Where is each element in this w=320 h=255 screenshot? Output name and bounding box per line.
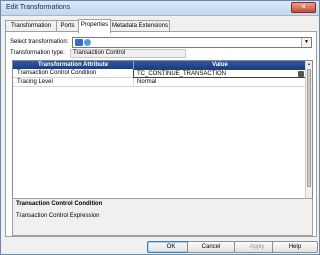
properties-panel: Select transformation: ▼ Transformation … — [5, 31, 317, 237]
help-button[interactable]: Help — [272, 241, 318, 253]
window-title: Edit Transformations — [6, 4, 71, 11]
table-row[interactable]: Transaction Control Condition TC_CONTINU… — [13, 69, 306, 78]
column-header-attribute[interactable]: Transformation Attribute — [13, 61, 133, 69]
value-cell[interactable]: TC_CONTINUE_TRANSACTION — [133, 69, 306, 78]
value-cell[interactable]: Normal — [133, 78, 306, 87]
column-header-value[interactable]: Value — [133, 61, 306, 69]
attribute-cell: Transaction Control Condition — [17, 70, 97, 76]
title-bar[interactable]: Edit Transformations ✕ — [1, 1, 319, 16]
expression-editor-icon[interactable] — [298, 71, 304, 77]
tab-properties[interactable]: Properties — [78, 19, 111, 33]
grid-header: Transformation Attribute Value — [13, 61, 306, 69]
transformation-type-icon — [84, 39, 91, 46]
cancel-button[interactable]: Cancel — [187, 241, 235, 253]
description-text: Transaction Control Expression — [16, 213, 100, 219]
select-transformation-dropdown[interactable]: ▼ — [72, 37, 312, 48]
vertical-scrollbar[interactable]: ▲ ▼ — [305, 61, 312, 211]
transformation-type-value: Transaction Control — [70, 49, 186, 58]
scroll-thumb[interactable] — [307, 69, 311, 187]
transformation-icon — [75, 39, 83, 46]
transformation-type-label: Transformation type: — [10, 50, 65, 56]
attribute-cell: Tracing Level — [17, 79, 53, 85]
close-button[interactable]: ✕ — [291, 2, 316, 13]
description-box: Transaction Control Condition Transactio… — [12, 198, 313, 236]
select-transformation-label: Select transformation: — [10, 39, 69, 45]
chevron-down-icon[interactable]: ▼ — [301, 38, 311, 47]
table-row[interactable]: Tracing Level Normal — [13, 78, 306, 87]
properties-grid: Transformation Attribute Value Transacti… — [12, 60, 313, 212]
value-text: TC_CONTINUE_TRANSACTION — [137, 71, 227, 77]
edit-transformations-dialog: Edit Transformations ✕ Transformation Po… — [0, 0, 320, 255]
scroll-up-icon[interactable]: ▲ — [306, 61, 312, 67]
description-title: Transaction Control Condition — [16, 201, 103, 207]
